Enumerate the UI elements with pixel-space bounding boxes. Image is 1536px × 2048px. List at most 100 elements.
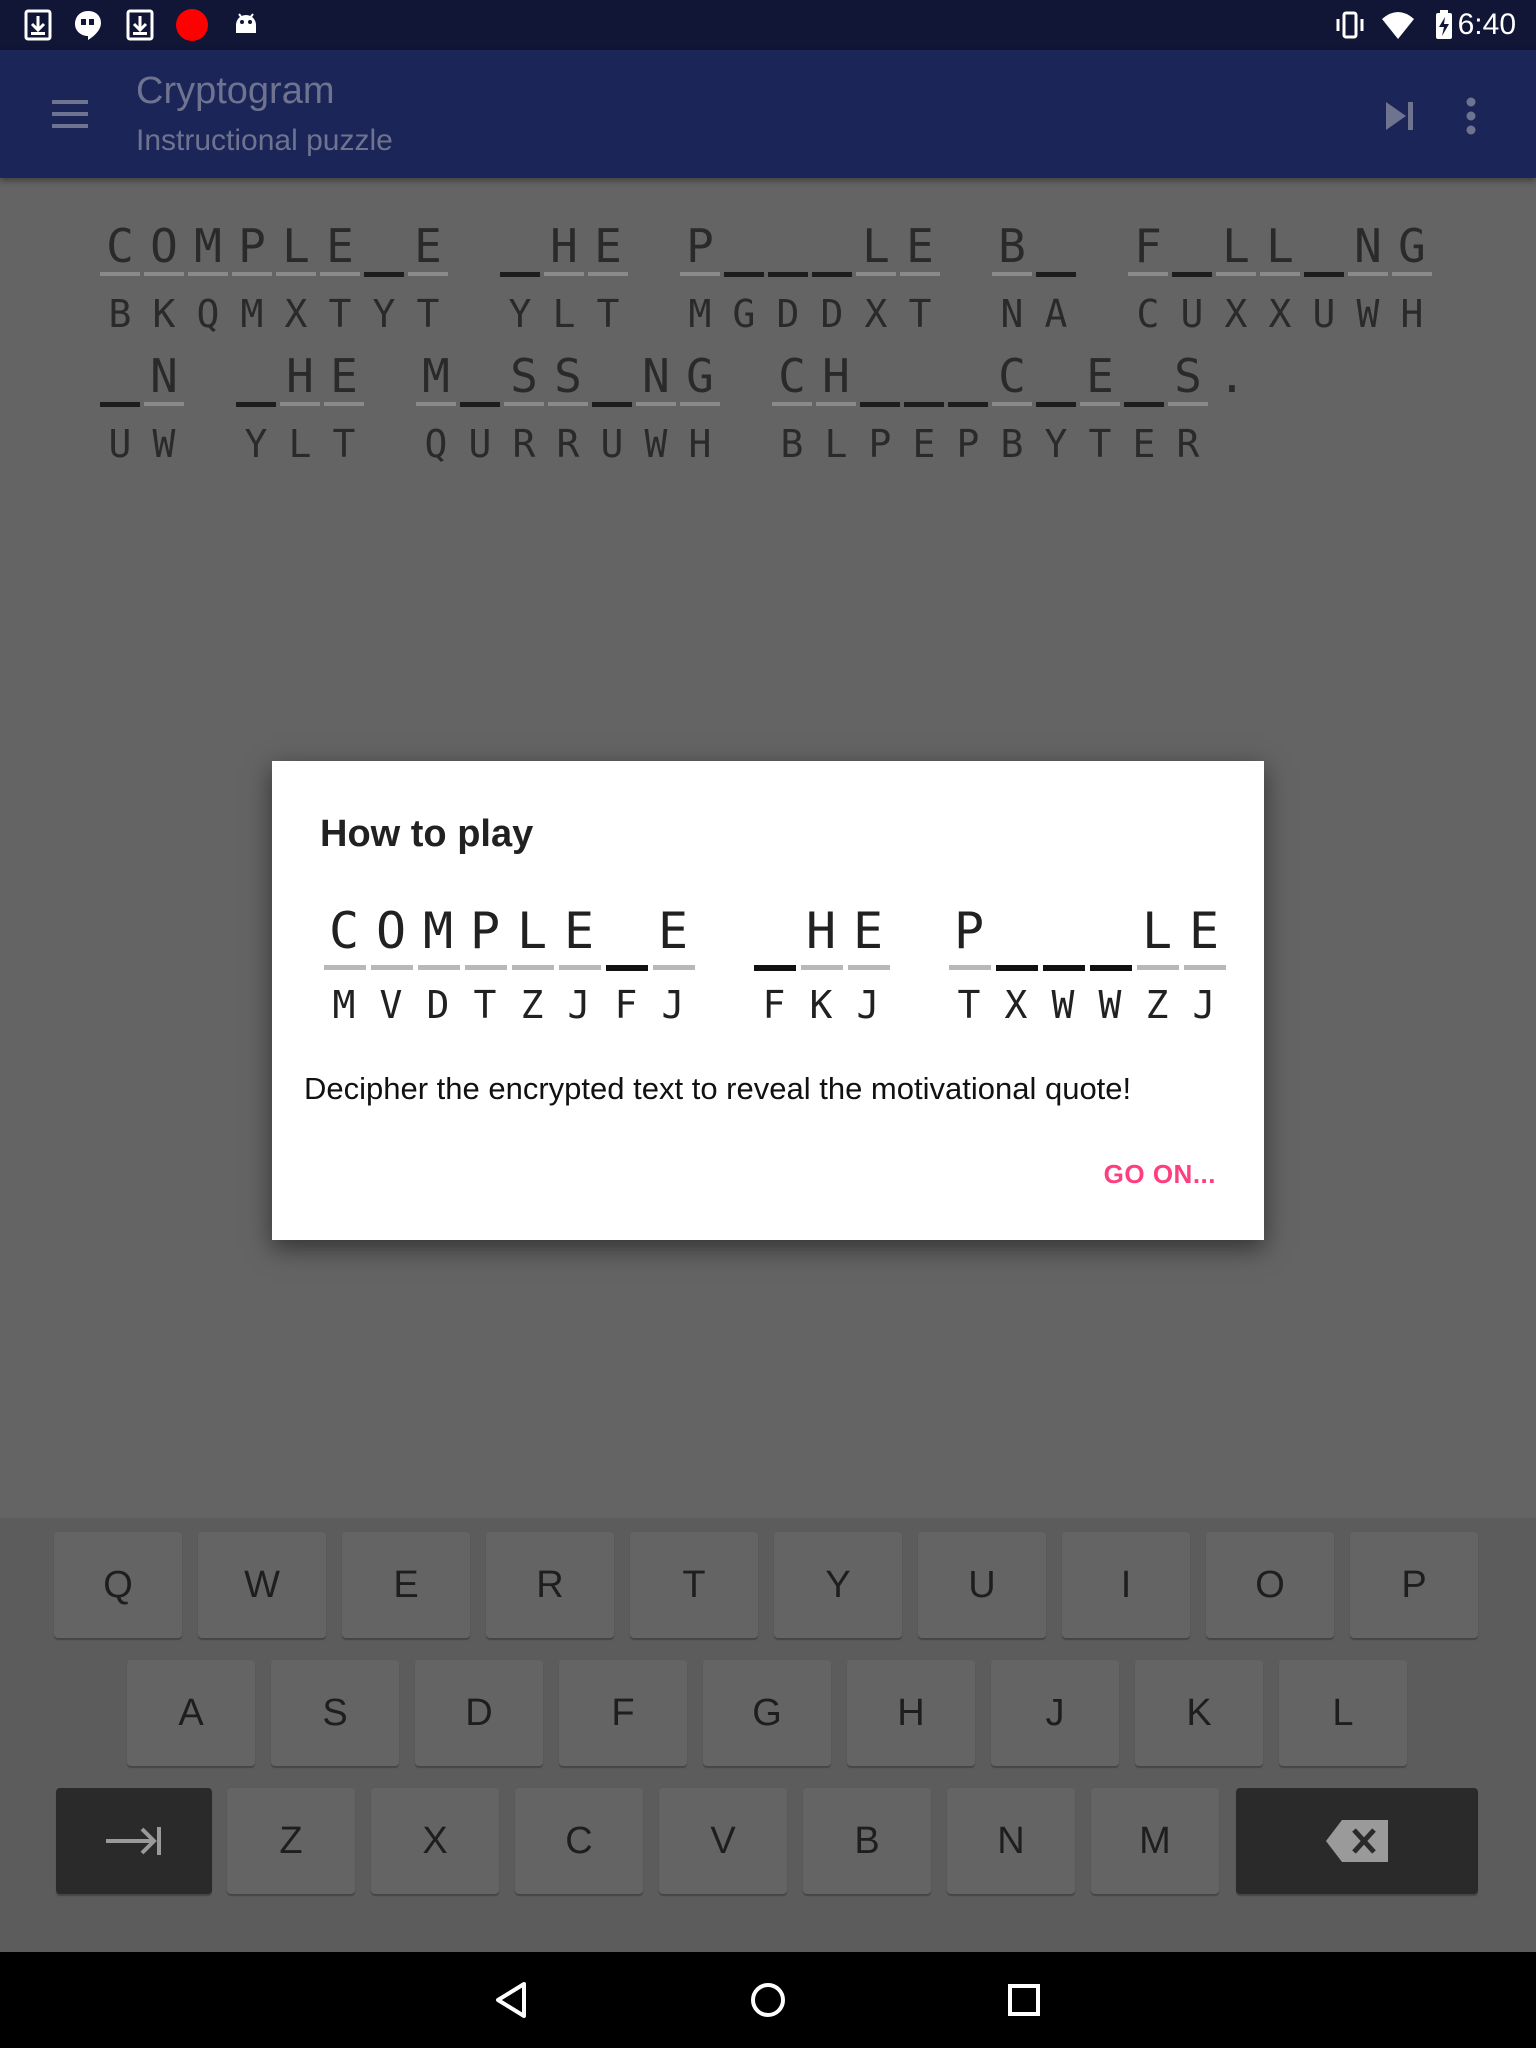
puzzle-plain-letter[interactable]: E — [1080, 350, 1120, 402]
letter-underline — [1124, 402, 1164, 407]
key-c[interactable]: C — [515, 1788, 643, 1894]
letter-underline — [680, 272, 720, 276]
puzzle-plain-letter[interactable]: N — [1348, 220, 1388, 272]
key-w[interactable]: W — [198, 1532, 326, 1638]
more-vert-icon[interactable] — [1456, 94, 1486, 138]
example-plain-letter: M — [422, 902, 454, 960]
puzzle-plain-letter[interactable] — [904, 350, 944, 402]
key-j[interactable]: J — [991, 1660, 1119, 1766]
puzzle-plain-letter[interactable]: L — [1260, 220, 1300, 272]
puzzle-plain-letter[interactable] — [768, 220, 808, 272]
puzzle-plain-letter[interactable]: O — [144, 220, 184, 272]
key-m[interactable]: M — [1091, 1788, 1219, 1894]
puzzle-plain-letter[interactable] — [1124, 350, 1164, 402]
key-d[interactable]: D — [415, 1660, 543, 1766]
letter-underline — [812, 272, 852, 277]
key-p[interactable]: P — [1350, 1532, 1478, 1638]
letter-underline — [500, 272, 540, 277]
puzzle-plain-letter[interactable]: E — [320, 220, 360, 272]
key-n[interactable]: N — [947, 1788, 1075, 1894]
puzzle-plain-letter[interactable] — [948, 350, 988, 402]
puzzle-plain-letter[interactable] — [724, 220, 764, 272]
key-s[interactable]: S — [271, 1660, 399, 1766]
example-plain-letter: E — [657, 902, 689, 960]
puzzle-plain-letter[interactable]: S — [504, 350, 544, 402]
puzzle-plain-letter[interactable] — [860, 350, 900, 402]
key-h[interactable]: H — [847, 1660, 975, 1766]
puzzle-plain-letter[interactable]: F — [1128, 220, 1168, 272]
home-icon[interactable] — [744, 1976, 792, 2024]
puzzle-cipher-letter: T — [908, 292, 932, 336]
recents-icon[interactable] — [1000, 1976, 1048, 2024]
go-on-button[interactable]: GO ON... — [1104, 1159, 1216, 1190]
puzzle-plain-letter[interactable]: M — [188, 220, 228, 272]
puzzle-plain-letter[interactable]: L — [1216, 220, 1256, 272]
puzzle-plain-letter[interactable]: P — [232, 220, 272, 272]
tab-key[interactable] — [56, 1788, 212, 1894]
puzzle-plain-letter[interactable]: G — [680, 350, 720, 402]
puzzle-cipher-letter: Y — [372, 292, 396, 336]
key-o[interactable]: O — [1206, 1532, 1334, 1638]
puzzle-plain-letter[interactable] — [1304, 220, 1344, 272]
puzzle-plain-letter[interactable] — [592, 350, 632, 402]
key-l[interactable]: L — [1279, 1660, 1407, 1766]
key-b[interactable]: B — [803, 1788, 931, 1894]
puzzle-plain-letter[interactable] — [812, 220, 852, 272]
key-t[interactable]: T — [630, 1532, 758, 1638]
puzzle-plain-letter[interactable]: N — [636, 350, 676, 402]
example-plain-letter: H — [805, 902, 837, 960]
skip-next-icon[interactable] — [1378, 94, 1422, 138]
letter-underline — [992, 402, 1032, 406]
key-i[interactable]: I — [1062, 1532, 1190, 1638]
puzzle-plain-letter[interactable]: C — [992, 350, 1032, 402]
puzzle-plain-letter[interactable]: E — [588, 220, 628, 272]
key-f[interactable]: F — [559, 1660, 687, 1766]
puzzle-plain-letter[interactable]: L — [276, 220, 316, 272]
key-x[interactable]: X — [371, 1788, 499, 1894]
key-v[interactable]: V — [659, 1788, 787, 1894]
puzzle-cipher-letter: D — [820, 292, 844, 336]
key-z[interactable]: Z — [227, 1788, 355, 1894]
back-icon[interactable] — [488, 1976, 536, 2024]
puzzle-plain-letter[interactable]: M — [416, 350, 456, 402]
puzzle-plain-letter[interactable]: N — [144, 350, 184, 402]
example-plain-letter — [1043, 903, 1083, 959]
example-plain-letter — [606, 903, 646, 959]
key-a[interactable]: A — [127, 1660, 255, 1766]
menu-icon[interactable] — [46, 94, 94, 134]
key-g[interactable]: G — [703, 1660, 831, 1766]
example-underline — [653, 965, 695, 970]
letter-underline — [320, 272, 360, 276]
puzzle-plain-letter[interactable]: E — [408, 220, 448, 272]
puzzle-plain-letter[interactable] — [500, 220, 540, 272]
puzzle-plain-letter[interactable]: H — [280, 350, 320, 402]
key-q[interactable]: Q — [54, 1532, 182, 1638]
key-r[interactable]: R — [486, 1532, 614, 1638]
puzzle-plain-letter[interactable]: B — [992, 220, 1032, 272]
puzzle-plain-letter[interactable]: C — [772, 350, 812, 402]
puzzle-plain-letter[interactable]: S — [1168, 350, 1208, 402]
puzzle-plain-letter[interactable]: G — [1392, 220, 1432, 272]
puzzle-plain-letter[interactable]: P — [680, 220, 720, 272]
letter-underline — [900, 272, 940, 276]
puzzle-plain-letter[interactable] — [460, 350, 500, 402]
puzzle-plain-letter[interactable]: E — [900, 220, 940, 272]
backspace-key[interactable] — [1236, 1788, 1478, 1894]
puzzle-plain-letter[interactable]: C — [100, 220, 140, 272]
puzzle-plain-letter[interactable] — [364, 220, 404, 272]
puzzle-plain-letter[interactable] — [1172, 220, 1212, 272]
puzzle-plain-letter[interactable]: E — [324, 350, 364, 402]
key-k[interactable]: K — [1135, 1660, 1263, 1766]
puzzle-plain-letter[interactable]: H — [816, 350, 856, 402]
key-y[interactable]: Y — [774, 1532, 902, 1638]
example-plain-letter: E — [852, 902, 884, 960]
puzzle-plain-letter[interactable] — [1036, 220, 1076, 272]
puzzle-plain-letter[interactable]: S — [548, 350, 588, 402]
puzzle-plain-letter[interactable]: L — [856, 220, 896, 272]
puzzle-plain-letter[interactable] — [236, 350, 276, 402]
puzzle-plain-letter[interactable]: H — [544, 220, 584, 272]
key-u[interactable]: U — [918, 1532, 1046, 1638]
puzzle-plain-letter[interactable] — [100, 350, 140, 402]
key-e[interactable]: E — [342, 1532, 470, 1638]
puzzle-plain-letter[interactable] — [1036, 350, 1076, 402]
